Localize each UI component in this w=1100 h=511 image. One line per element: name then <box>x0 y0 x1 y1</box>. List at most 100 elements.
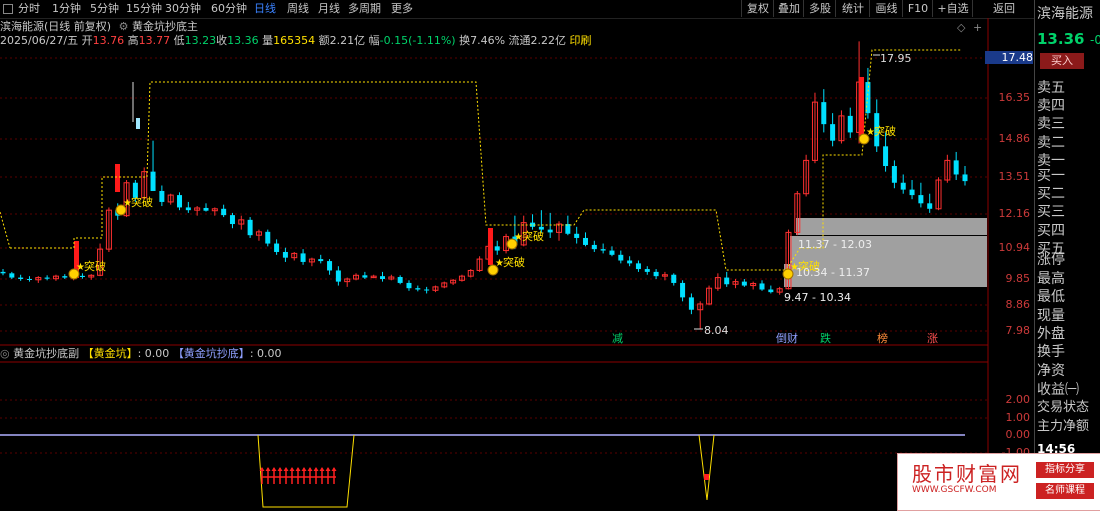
last-price: 13.36 <box>1037 30 1085 48</box>
sub-a-value: : 0.00 <box>137 347 170 360</box>
breakout-marker-0-label: 突破 <box>84 259 106 273</box>
quote-row-2: 卖三 <box>1037 116 1065 133</box>
quote-row-19: 主力净额 <box>1037 419 1090 434</box>
candle-body <box>900 182 906 190</box>
candle-body <box>821 102 827 125</box>
kline-chart[interactable]: ★ 突破★ 突破★ 突破★ 突破★ 突破★ 突破17.958.0411.37 - 12.03… <box>0 0 1034 509</box>
candle-body <box>768 289 774 293</box>
candle-body <box>62 276 68 278</box>
watermark-badge-1[interactable]: 指标分享 <box>1036 462 1094 478</box>
candle-body <box>247 219 253 236</box>
zone-label-1: 10.34 - 11.37 <box>796 266 870 279</box>
candle-body <box>9 273 15 278</box>
candle-body <box>847 115 853 133</box>
candle-body <box>909 189 915 196</box>
pit-arrow-head <box>271 467 277 471</box>
y-label-7: 8.86 <box>1005 298 1031 311</box>
quote-row-14: 外盘 <box>1037 326 1065 342</box>
zone-label-0: 11.37 - 12.03 <box>798 238 872 251</box>
sub-b-label: 【黄金坑抄底】 <box>172 347 250 360</box>
plus-icon: + <box>973 21 982 34</box>
breakout-candle-2 <box>488 228 493 265</box>
breakout-marker-2-label: 突破 <box>503 255 525 269</box>
candle-body <box>397 277 403 283</box>
y-label-0: 17.48 <box>985 51 1033 64</box>
pit-arrow-head <box>307 467 313 471</box>
candle-body <box>203 207 209 211</box>
candle-body <box>18 277 24 279</box>
candle-body <box>185 207 191 211</box>
pit-arrow-head <box>289 467 295 471</box>
pit-arrow-head <box>313 467 319 471</box>
candle-body <box>335 270 341 282</box>
event-tag-0: 减 <box>612 332 623 345</box>
watermark-url: WWW.GSCFW.COM <box>912 485 997 495</box>
pit-arrow-head <box>325 467 331 471</box>
candle-body <box>609 250 615 255</box>
quote-row-17: 收益㈠ <box>1037 381 1079 398</box>
candle-body <box>918 195 924 204</box>
pit-arrow-head <box>295 467 301 471</box>
breakout-candle-1 <box>115 164 120 192</box>
quote-row-6: 买二 <box>1037 186 1065 203</box>
pit-arrow-head <box>331 467 337 471</box>
pit-arrow-head <box>319 467 325 471</box>
quote-row-3: 卖二 <box>1037 134 1065 151</box>
breakout-marker-5-label: 突破 <box>874 124 896 138</box>
breakout-candle-3 <box>859 77 864 135</box>
quote-row-0: 卖五 <box>1037 80 1065 96</box>
candle-body <box>644 269 650 272</box>
candle-body <box>962 174 968 182</box>
sub-y-label-2: 0.00 <box>1005 428 1031 441</box>
pit-arrow-head <box>265 467 271 471</box>
candle-body <box>927 203 933 209</box>
candle-body <box>741 281 747 286</box>
sub-y-label-0: 2.00 <box>1005 393 1031 406</box>
sub-y-label-1: 1.00 <box>1005 411 1031 424</box>
candle-body <box>574 233 580 238</box>
quote-row-10: 涨停 <box>1037 252 1065 268</box>
pit-arrow-head <box>301 467 307 471</box>
candle-body <box>415 288 421 290</box>
pit-mark-2 <box>704 474 709 480</box>
watermark-badge-2[interactable]: 名师课程 <box>1036 483 1094 499</box>
watermark: 股市财富网 WWW.GSCFW.COM 指标分享 名师课程 <box>897 453 1100 511</box>
sub-circle-icon[interactable]: ◎ <box>0 347 10 360</box>
pit-arrow-head <box>277 467 283 471</box>
price-change: -0 <box>1090 33 1100 47</box>
sub-a-label: 【黄金坑】 <box>82 347 138 360</box>
candle-body <box>424 289 430 291</box>
quote-row-1: 卖四 <box>1037 98 1065 115</box>
zone-label-2: 9.47 - 10.34 <box>784 291 851 304</box>
breakout-marker-1-label: 突破 <box>131 195 153 209</box>
candle-body <box>635 263 641 270</box>
sub-indicator-name[interactable]: 黄金坑抄底副 <box>13 347 79 360</box>
candle-body <box>221 208 227 216</box>
stop-line-start <box>0 211 11 249</box>
candle-body <box>891 166 897 183</box>
candle-body <box>600 249 606 251</box>
pit-arrow-head <box>283 467 289 471</box>
breakout-marker-3-label: 突破 <box>522 229 544 243</box>
candle-body <box>380 276 386 279</box>
event-tag-2: 跌 <box>820 331 831 345</box>
candle-body <box>150 171 156 191</box>
event-tag-1: 倒财 <box>776 331 798 345</box>
candle-body <box>494 246 500 251</box>
buy-button[interactable]: 买入 <box>1040 53 1084 69</box>
candle-body <box>282 251 288 258</box>
candle-body <box>229 215 235 225</box>
y-label-3: 13.51 <box>998 170 1031 183</box>
spike-candle <box>136 118 140 129</box>
low-mark: 8.04 <box>704 324 729 337</box>
candle-body <box>688 297 694 310</box>
candle-body <box>79 275 85 278</box>
quote-row-7: 买三 <box>1037 204 1065 221</box>
candle-body <box>953 160 959 175</box>
candle-body <box>300 253 306 262</box>
y-label-1: 16.35 <box>998 91 1031 104</box>
candle-body <box>274 243 280 252</box>
candle-body <box>830 124 836 141</box>
quote-row-8: 买四 <box>1037 222 1065 239</box>
candle-body <box>671 274 677 283</box>
